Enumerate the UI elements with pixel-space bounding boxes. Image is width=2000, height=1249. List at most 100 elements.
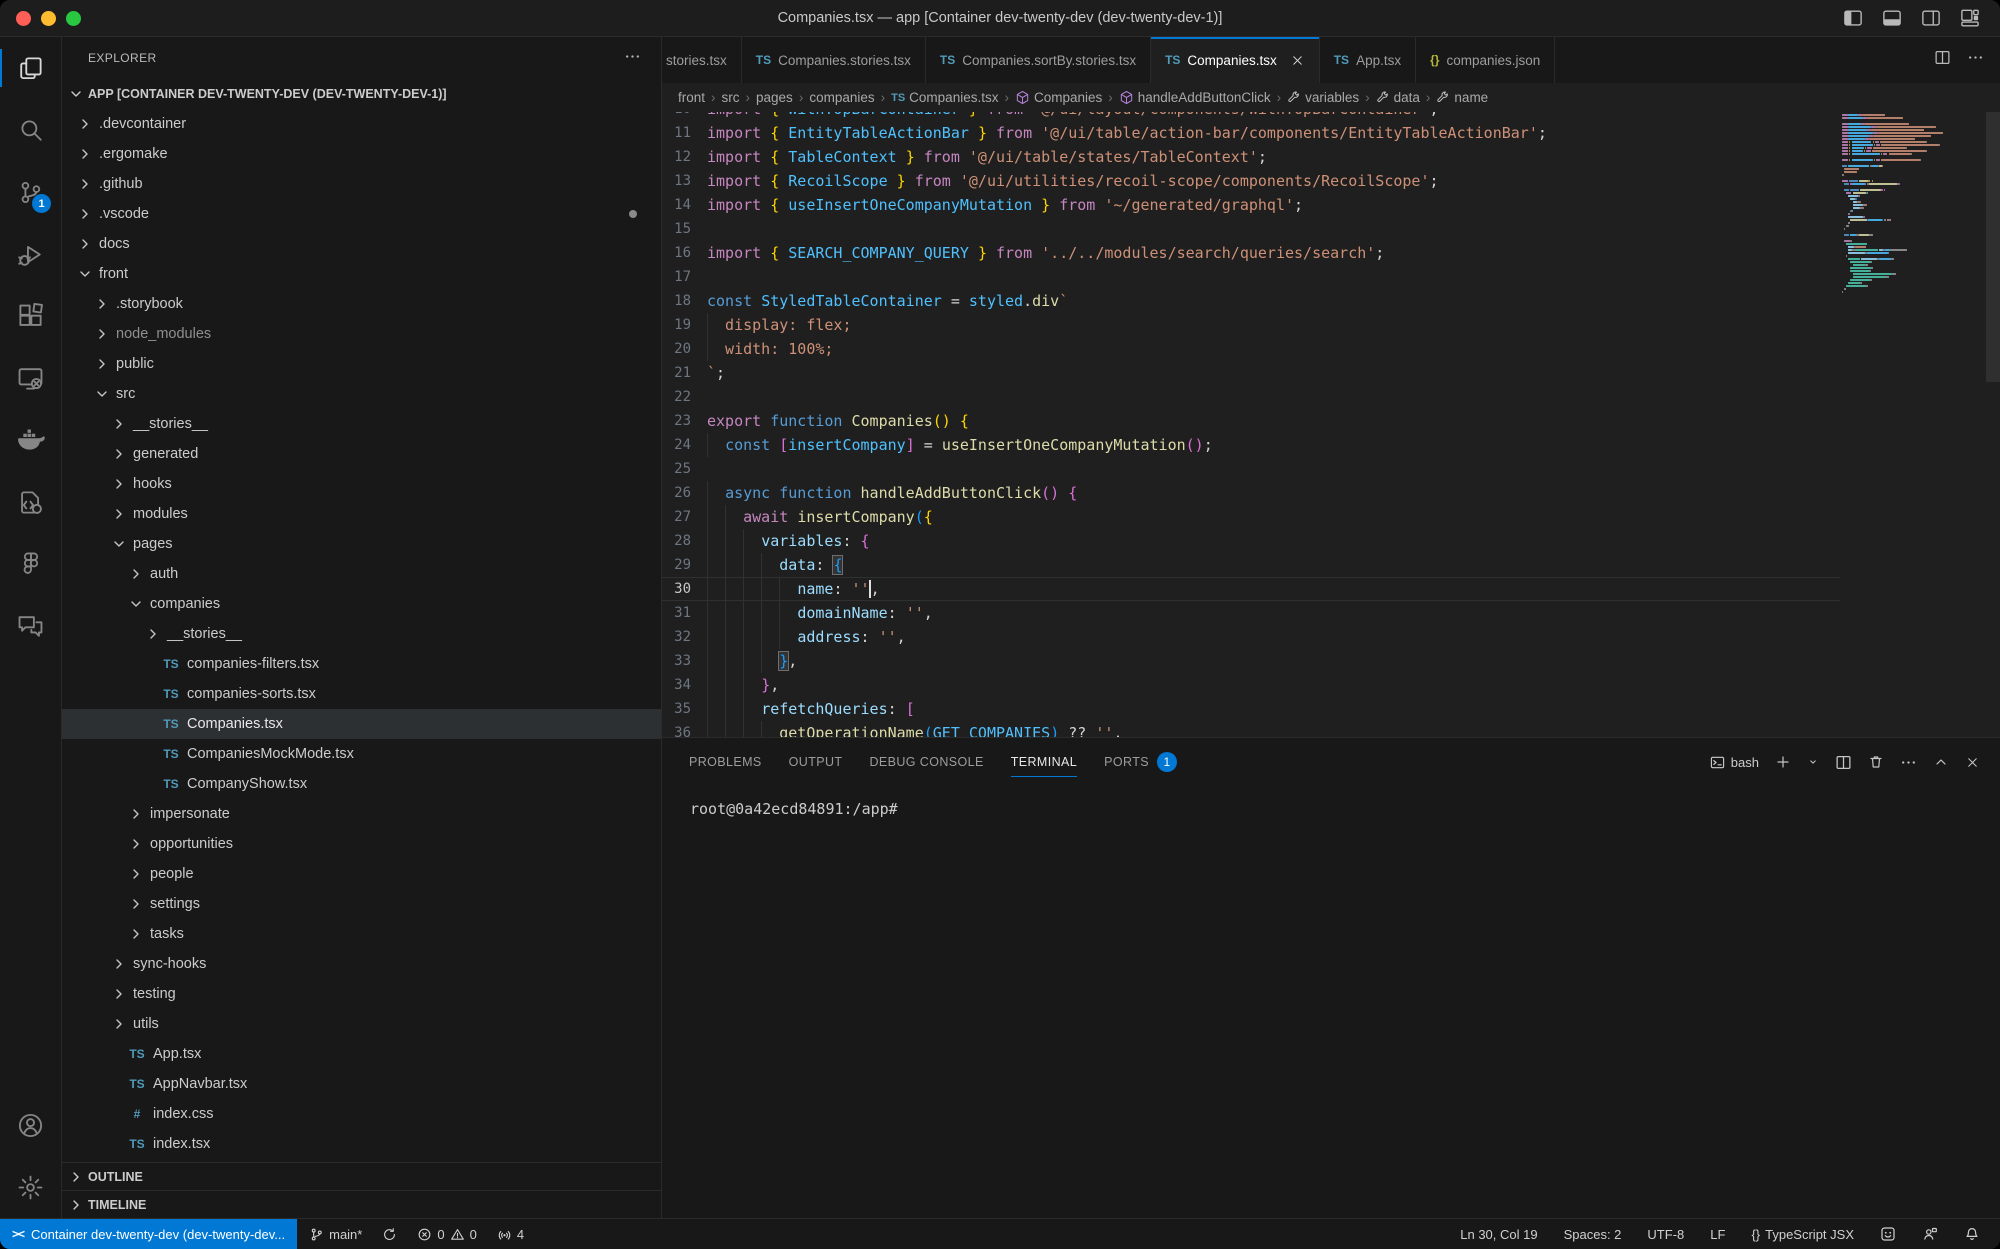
tree-item-CompanyShow.tsx[interactable]: TSCompanyShow.tsx [62, 769, 661, 799]
status-notifications[interactable] [1956, 1219, 1988, 1249]
code-line-36[interactable]: 36 getOperationName(GET_COMPANIES) ?? ''… [662, 721, 1840, 737]
tree-item-.storybook[interactable]: .storybook [62, 289, 661, 319]
tab-stories.tsx[interactable]: stories.tsx [662, 37, 742, 83]
activity-docker-button[interactable] [0, 409, 61, 471]
breadcrumb-item-handleAddButtonClick[interactable]: handleAddButtonClick [1119, 90, 1271, 105]
minimize-window-button[interactable] [41, 11, 56, 26]
tree-item-.github[interactable]: .github [62, 169, 661, 199]
tree-item-settings[interactable]: settings [62, 889, 661, 919]
status-cursor-position[interactable]: Ln 30, Col 19 [1452, 1219, 1545, 1249]
breadcrumb-item-Companies.tsx[interactable]: TSCompanies.tsx [891, 90, 998, 105]
tree-item-companies-sorts.tsx[interactable]: TScompanies-sorts.tsx [62, 679, 661, 709]
panel-tab-OUTPUT[interactable]: OUTPUT [789, 738, 843, 786]
code-line-27[interactable]: 27 await insertCompany({ [662, 505, 1840, 529]
tab-companies.json[interactable]: {}companies.json [1416, 37, 1555, 83]
breadcrumb-item-companies[interactable]: companies [809, 90, 874, 105]
tree-item-people[interactable]: people [62, 859, 661, 889]
code-line-34[interactable]: 34 }, [662, 673, 1840, 697]
activity-account-button[interactable] [0, 1094, 61, 1156]
editor-scrollbar[interactable] [1986, 112, 2000, 382]
close-tab-icon[interactable] [1290, 53, 1305, 68]
terminal-shell-picker[interactable]: bash [1710, 755, 1759, 770]
tree-item-public[interactable]: public [62, 349, 661, 379]
tree-item-pages[interactable]: pages [62, 529, 661, 559]
tab-App.tsx[interactable]: TSApp.tsx [1320, 37, 1416, 83]
branch-indicator[interactable]: main* [301, 1219, 370, 1249]
tree-item-utils[interactable]: utils [62, 1009, 661, 1039]
tree-item-.devcontainer[interactable]: .devcontainer [62, 109, 661, 139]
zoom-window-button[interactable] [66, 11, 81, 26]
tree-item-App.tsx[interactable]: TSApp.tsx [62, 1039, 661, 1069]
code-line-23[interactable]: 23export function Companies() { [662, 409, 1840, 433]
code-line-24[interactable]: 24 const [insertCompany] = useInsertOneC… [662, 433, 1840, 457]
status-language-mode[interactable]: {}TypeScript JSX [1743, 1219, 1862, 1249]
breadcrumb-item-Companies[interactable]: Companies [1015, 90, 1102, 105]
remote-indicator[interactable]: >< Container dev-twenty-dev (dev-twenty-… [0, 1219, 297, 1249]
close-window-button[interactable] [16, 11, 31, 26]
close-panel-button[interactable] [1965, 755, 1980, 770]
code-line-20[interactable]: 20 width: 100%; [662, 337, 1840, 361]
code-line-35[interactable]: 35 refetchQueries: [ [662, 697, 1840, 721]
code-line-26[interactable]: 26 async function handleAddButtonClick()… [662, 481, 1840, 505]
sync-button[interactable] [374, 1219, 405, 1249]
activity-run-debug-button[interactable] [0, 223, 61, 285]
problems-indicator[interactable]: 0 0 [409, 1219, 484, 1249]
code-line-29[interactable]: 29 data: { [662, 553, 1840, 577]
panel-more-actions-button[interactable] [1900, 754, 1917, 771]
code-line-12[interactable]: 12import { TableContext } from '@/ui/tab… [662, 145, 1840, 169]
breadcrumb-item-name[interactable]: name [1436, 90, 1488, 105]
tree-item-sync-hooks[interactable]: sync-hooks [62, 949, 661, 979]
code-line-14[interactable]: 14import { useInsertOneCompanyMutation }… [662, 193, 1840, 217]
terminal-dropdown-icon[interactable] [1807, 756, 1819, 768]
tree-item-tasks[interactable]: tasks [62, 919, 661, 949]
panel-tab-TERMINAL[interactable]: TERMINAL [1011, 738, 1077, 786]
breadcrumb-item-data[interactable]: data [1376, 90, 1420, 105]
tree-item-__stories__[interactable]: __stories__ [62, 409, 661, 439]
status-encoding[interactable]: UTF-8 [1639, 1219, 1692, 1249]
maximize-panel-button[interactable] [1933, 754, 1949, 770]
code-line-16[interactable]: 16import { SEARCH_COMPANY_QUERY } from '… [662, 241, 1840, 265]
tree-item-generated[interactable]: generated [62, 439, 661, 469]
panel-tab-PORTS[interactable]: PORTS1 [1104, 738, 1177, 786]
workspace-section-header[interactable]: APP [CONTAINER DEV-TWENTY-DEV (DEV-TWENT… [62, 79, 661, 109]
activity-dev-containers-button[interactable] [0, 471, 61, 533]
tree-item-modules[interactable]: modules [62, 499, 661, 529]
code-line-11[interactable]: 11import { EntityTableActionBar } from '… [662, 121, 1840, 145]
activity-extensions-button[interactable] [0, 285, 61, 347]
tree-item-docs[interactable]: docs [62, 229, 661, 259]
tree-item-Companies.tsx[interactable]: TSCompanies.tsx [62, 709, 661, 739]
tree-item-impersonate[interactable]: impersonate [62, 799, 661, 829]
tree-item-react-app-env.d.ts[interactable]: TSreact-app-env.d.ts [62, 1159, 661, 1162]
tab-Companies.stories.tsx[interactable]: TSCompanies.stories.tsx [742, 37, 926, 83]
code-line-31[interactable]: 31 domainName: '', [662, 601, 1840, 625]
tree-item-auth[interactable]: auth [62, 559, 661, 589]
tree-item-__stories__[interactable]: __stories__ [62, 619, 661, 649]
code-line-15[interactable]: 15 [662, 217, 1840, 241]
breadcrumb-item-variables[interactable]: variables [1287, 90, 1359, 105]
activity-search-button[interactable] [0, 99, 61, 161]
panel-tab-PROBLEMS[interactable]: PROBLEMS [689, 738, 762, 786]
breadcrumb-item-front[interactable]: front [678, 90, 705, 105]
status-indentation[interactable]: Spaces: 2 [1556, 1219, 1630, 1249]
code-line-30[interactable]: 30 name: '', [662, 577, 1840, 601]
code-line-21[interactable]: 21`; [662, 361, 1840, 385]
more-editor-actions-button[interactable] [1967, 49, 1984, 71]
ports-indicator[interactable]: 4 [489, 1219, 532, 1249]
tree-item-companies-filters.tsx[interactable]: TScompanies-filters.tsx [62, 649, 661, 679]
breadcrumb-item-pages[interactable]: pages [756, 90, 793, 105]
status-person[interactable] [1914, 1219, 1946, 1249]
tree-item-CompaniesMockMode.tsx[interactable]: TSCompaniesMockMode.tsx [62, 739, 661, 769]
tree-item-AppNavbar.tsx[interactable]: TSAppNavbar.tsx [62, 1069, 661, 1099]
tab-Companies.sortBy.stories.tsx[interactable]: TSCompanies.sortBy.stories.tsx [926, 37, 1151, 83]
terminal[interactable]: root@0a42ecd84891:/app# [662, 786, 2000, 1218]
tree-item-.vscode[interactable]: .vscode [62, 199, 661, 229]
tree-item-companies[interactable]: companies [62, 589, 661, 619]
activity-source-control-button[interactable]: 1 [0, 161, 61, 223]
tree-item-front[interactable]: front [62, 259, 661, 289]
tree-item-src[interactable]: src [62, 379, 661, 409]
code-line-33[interactable]: 33 }, [662, 649, 1840, 673]
new-terminal-button[interactable] [1775, 754, 1791, 770]
status-eol[interactable]: LF [1702, 1219, 1733, 1249]
kill-terminal-button[interactable] [1868, 754, 1884, 770]
code-editor[interactable]: 10import { WithTopBarContainer } from '@… [662, 112, 2000, 737]
